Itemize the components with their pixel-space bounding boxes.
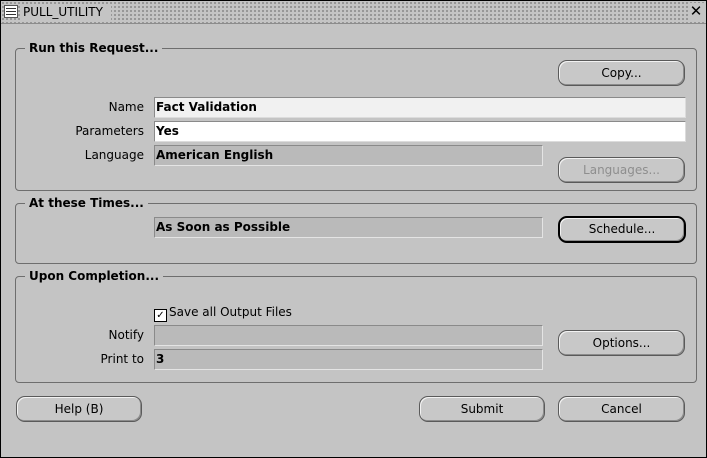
times-legend: At these Times... xyxy=(25,195,148,211)
name-field[interactable]: Fact Validation xyxy=(154,97,686,118)
save-output-label: Save all Output Files xyxy=(169,305,292,319)
language-field: American English xyxy=(154,145,543,166)
title-bar[interactable]: PULL_UTILITY ✕ xyxy=(1,1,706,24)
schedule-field: As Soon as Possible xyxy=(154,217,543,238)
schedule-button[interactable]: Schedule... xyxy=(558,216,686,243)
notify-field xyxy=(154,325,543,346)
help-button[interactable]: Help (B) xyxy=(16,396,142,422)
app-icon xyxy=(4,5,18,18)
save-output-checkbox[interactable]: ✓ Save all Output Files xyxy=(154,305,292,322)
parameters-field[interactable]: Yes xyxy=(154,121,686,142)
print-to-label: Print to xyxy=(100,352,144,366)
window-title: PULL_UTILITY xyxy=(21,4,111,20)
copy-button[interactable]: Copy... xyxy=(558,60,685,86)
cancel-button[interactable]: Cancel xyxy=(558,396,685,422)
notify-label: Notify xyxy=(108,328,144,342)
submit-button[interactable]: Submit xyxy=(419,396,545,422)
run-request-legend: Run this Request... xyxy=(25,40,163,56)
checkbox-check-icon[interactable]: ✓ xyxy=(154,309,167,322)
print-to-field: 3 xyxy=(154,349,543,370)
pull-utility-window: PULL_UTILITY ✕ Run this Request... Copy.… xyxy=(0,0,707,458)
close-icon[interactable]: ✕ xyxy=(688,3,704,20)
languages-button: Languages... xyxy=(558,157,685,183)
options-button[interactable]: Options... xyxy=(558,330,685,356)
completion-legend: Upon Completion... xyxy=(25,268,164,284)
parameters-label: Parameters xyxy=(75,124,144,138)
name-label: Name xyxy=(108,100,144,114)
language-label: Language xyxy=(84,148,144,162)
